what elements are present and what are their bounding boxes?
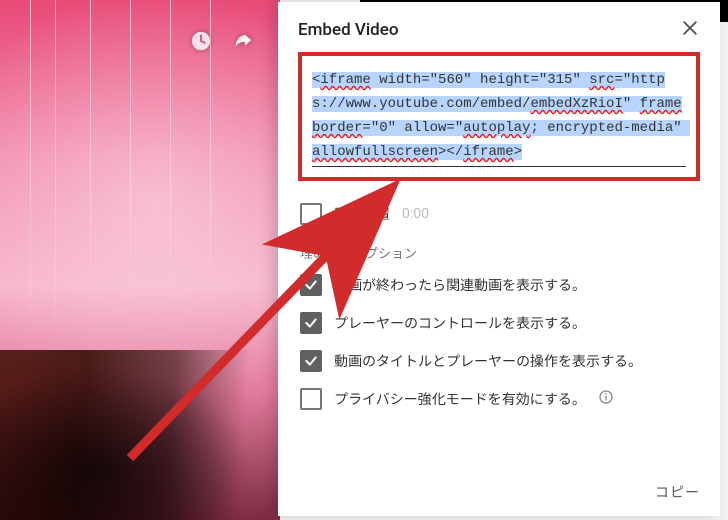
modal-title: Embed Video [298,20,399,40]
option-checkbox[interactable] [300,274,322,296]
option-checkbox[interactable] [300,350,322,372]
option-label: 動画が終わったら関連動画を表示する。 [334,275,586,295]
embed-option-row[interactable]: プレーヤーのコントロールを表示する。 [298,304,700,342]
embed-code-highlight: <iframe width="560" height="315" src="ht… [298,52,700,181]
copy-button[interactable]: コピー [655,482,700,502]
embed-options-title: 埋め込みオプション [300,243,700,262]
embed-option-row[interactable]: プライバシー強化モードを有効にする。 [298,380,700,418]
start-at-label: 開始位置 [334,204,390,224]
start-at-row[interactable]: 開始位置 0:00 [298,195,700,233]
close-button[interactable] [680,18,700,42]
option-checkbox[interactable] [300,388,322,410]
info-icon[interactable] [598,389,614,409]
share-icon[interactable] [232,30,254,56]
start-at-time[interactable]: 0:00 [402,206,429,222]
option-label: プレーヤーのコントロールを表示する。 [334,313,586,333]
embed-code-textarea[interactable]: <iframe width="560" height="315" src="ht… [312,68,686,167]
video-preview [0,0,280,520]
start-at-checkbox[interactable] [300,203,322,225]
embed-option-row[interactable]: 動画が終わったら関連動画を表示する。 [298,266,700,304]
option-checkbox[interactable] [300,312,322,334]
option-label: プライバシー強化モードを有効にする。 [334,389,586,409]
watch-later-icon[interactable] [190,30,212,56]
option-label: 動画のタイトルとプレーヤーの操作を表示する。 [334,351,642,371]
embed-option-row[interactable]: 動画のタイトルとプレーヤーの操作を表示する。 [298,342,700,380]
embed-video-modal: Embed Video <iframe width="560" height="… [278,2,720,516]
